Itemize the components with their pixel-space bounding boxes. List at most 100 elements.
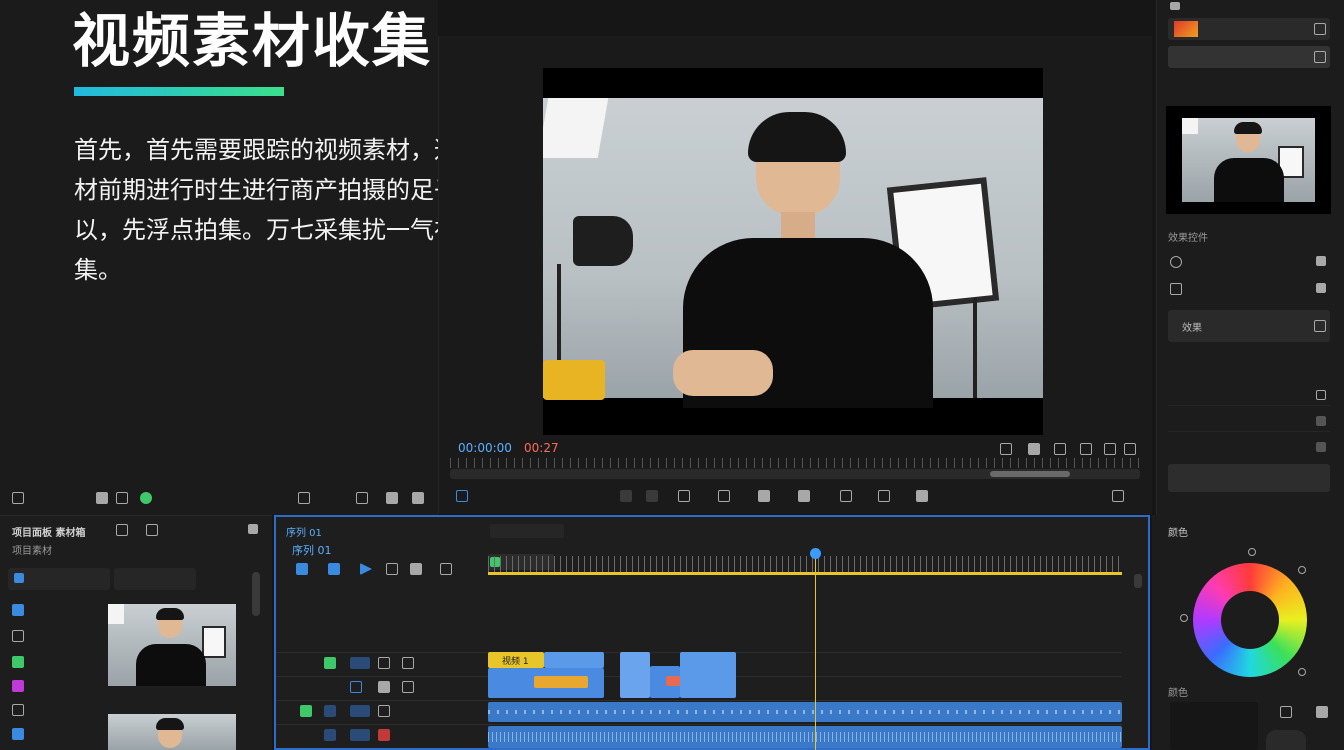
play-icon[interactable] [758,490,770,502]
project-panel-subtitle: 项目素材 [12,546,52,557]
reset-icon[interactable] [1316,256,1326,266]
video-clip[interactable]: 视频 1 [488,652,544,668]
list-icon[interactable] [96,492,108,504]
folder-icon[interactable] [298,492,310,504]
icon-view-icon[interactable] [146,524,158,536]
solo-icon[interactable] [350,705,370,717]
wrench-icon[interactable] [1104,443,1116,455]
monitor-ruler[interactable] [450,458,1140,468]
mute-icon[interactable] [402,681,414,693]
marker-icon[interactable] [1000,443,1012,455]
playhead-handle[interactable] [810,548,821,559]
menu-icon[interactable] [1316,706,1328,718]
monitor-scrub-bar[interactable] [450,469,1140,479]
sequence-icon[interactable] [12,630,24,642]
reset-icon[interactable] [1316,283,1326,293]
trash-icon[interactable] [412,492,424,504]
audio-icon[interactable] [12,656,24,668]
work-area-bar[interactable] [488,572,1122,575]
track-target-icon[interactable] [324,657,336,669]
audio-clip[interactable] [488,702,1122,722]
color-swatch-area[interactable] [1170,702,1258,750]
effect-row-1[interactable] [1168,252,1330,272]
audio-clip[interactable] [488,726,1122,748]
export-frame-icon[interactable] [1124,443,1136,455]
media-thumbnail[interactable] [108,604,236,686]
new-item-icon[interactable] [356,492,368,504]
lock-icon[interactable] [378,657,390,669]
effect-row-2[interactable] [1168,279,1330,299]
toggle-icon[interactable] [1316,416,1326,426]
panel-menu-icon[interactable] [248,524,258,534]
effect-list-item[interactable] [1168,438,1330,458]
adjustment-icon[interactable] [12,728,24,740]
lock-icon[interactable] [378,705,390,717]
save-icon[interactable] [1280,706,1292,718]
record-icon[interactable] [378,729,390,741]
color-toggle[interactable] [1266,730,1306,750]
toggle-icon[interactable] [1316,442,1326,452]
sync-lock-icon[interactable] [324,705,336,717]
play-icon[interactable] [360,563,372,575]
tab-bin[interactable] [114,568,196,590]
sequence-tab[interactable] [490,524,564,538]
media-thumbnail[interactable] [108,714,236,750]
eye-icon[interactable] [402,657,414,669]
mark-out-icon[interactable] [646,490,658,502]
go-to-in-icon[interactable] [678,490,690,502]
timeline-tab[interactable]: 序列 01 [286,524,322,539]
apply-button[interactable] [1168,464,1330,492]
playhead[interactable] [815,552,816,750]
tab-media[interactable] [8,568,110,590]
list-view-icon[interactable] [116,524,128,536]
track-target-icon[interactable] [300,705,312,717]
timecode-current[interactable]: 00:00:00 [458,441,512,455]
prop-row-selected[interactable] [1168,46,1330,68]
effect-button[interactable]: 效果 [1168,310,1330,342]
media-scrollbar[interactable] [252,572,260,616]
step-back-icon[interactable] [718,490,730,502]
effect-list-item[interactable] [1168,386,1330,406]
edit-icon[interactable] [1314,51,1326,63]
sync-lock-icon[interactable] [350,681,362,693]
video-preview[interactable] [543,68,1043,435]
wrench-icon[interactable] [440,563,452,575]
source-thumbnail[interactable] [1166,106,1331,214]
settings-icon[interactable] [410,563,422,575]
settings-icon[interactable] [12,492,24,504]
quality-icon[interactable] [1054,443,1066,455]
lock-icon[interactable] [378,681,390,693]
sync-lock-icon[interactable] [324,729,336,741]
insert-icon[interactable] [878,490,890,502]
grid-icon[interactable] [116,492,128,504]
add-marker-icon[interactable] [456,490,468,502]
video-clip[interactable] [544,652,604,668]
panel-menu-icon[interactable] [1170,2,1180,10]
step-forward-icon[interactable] [798,490,810,502]
button-editor-icon[interactable] [1112,490,1124,502]
video-clip[interactable] [680,652,736,698]
video-clip[interactable] [620,652,650,698]
solo-icon[interactable] [350,729,370,741]
video-icon[interactable] [12,604,24,616]
sync-lock-icon[interactable] [350,657,370,669]
project-panel-title: 项目面板 素材箱 [12,528,86,539]
image-icon[interactable] [12,680,24,692]
search-icon[interactable] [386,492,398,504]
go-to-out-icon[interactable] [840,490,852,502]
edit-icon[interactable] [1314,23,1326,35]
mark-in-icon[interactable] [620,490,632,502]
effect-list-item[interactable] [1168,412,1330,432]
video-clip[interactable] [534,676,588,688]
linked-selection-icon[interactable] [328,563,340,575]
timeline-scrollbar[interactable] [1134,574,1142,588]
snap-icon[interactable] [296,563,308,575]
safe-margins-icon[interactable] [1080,443,1092,455]
add-marker-icon[interactable] [386,563,398,575]
toggle-icon[interactable] [1316,390,1326,400]
overwrite-icon[interactable] [916,490,928,502]
timeline-ruler[interactable] [488,556,1122,572]
fit-icon[interactable] [1028,443,1040,455]
title-icon[interactable] [12,704,24,716]
prop-row-color[interactable] [1168,18,1330,40]
